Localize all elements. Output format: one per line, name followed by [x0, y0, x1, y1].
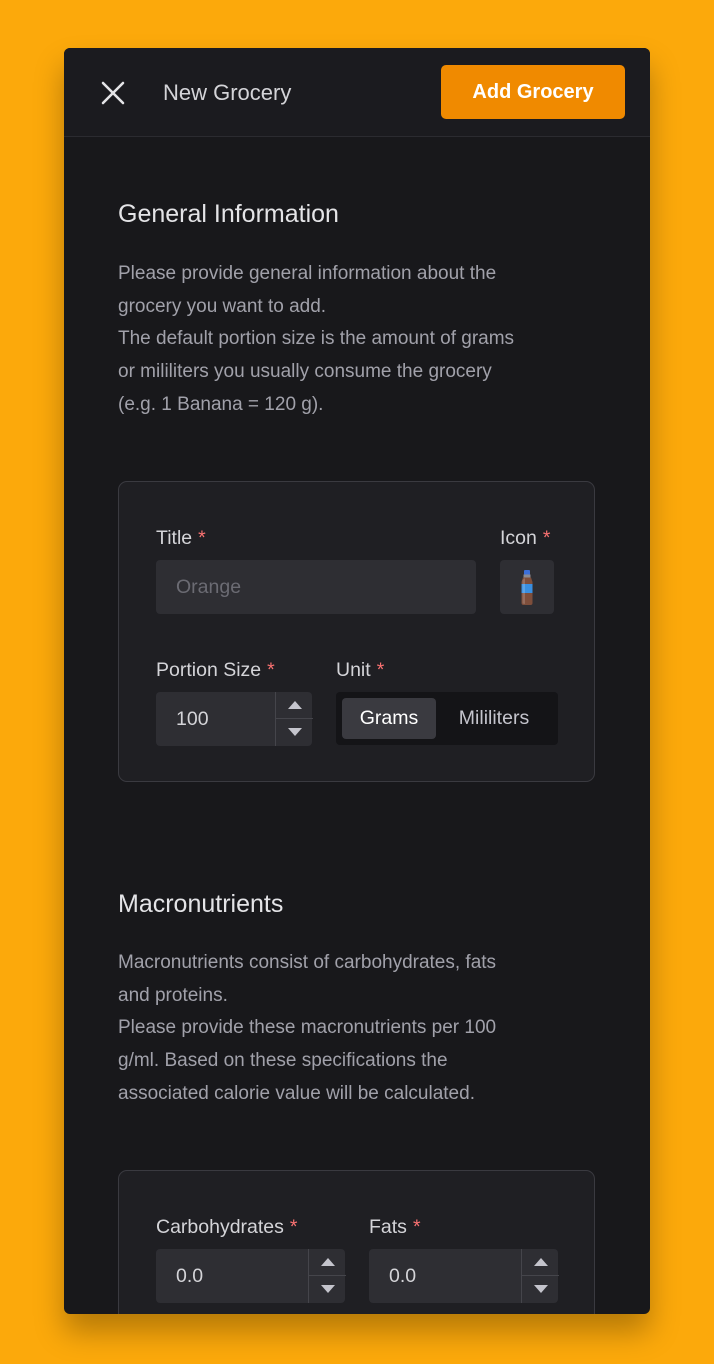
carbohydrates-input[interactable]: 0.0	[156, 1249, 346, 1303]
fats-label-text: Fats	[369, 1216, 407, 1238]
title-input-placeholder: Orange	[176, 576, 242, 598]
icon-field-label: Icon *	[500, 525, 550, 551]
macros-section-title: Macronutrients	[118, 890, 284, 918]
fats-decrement-button[interactable]	[522, 1276, 559, 1303]
new-grocery-dialog: New Grocery Add Grocery General Informat…	[64, 48, 650, 1314]
description-line: and proteins.	[118, 984, 228, 1006]
required-marker: *	[289, 1216, 298, 1238]
close-button[interactable]	[100, 80, 126, 106]
fats-increment-button[interactable]	[522, 1249, 559, 1276]
dialog-title: New Grocery	[163, 80, 292, 105]
general-section-description: Please provide general information about…	[118, 258, 590, 422]
description-line: grocery you want to add.	[118, 295, 327, 317]
unit-label-text: Unit	[336, 659, 371, 681]
carbs-label-text: Carbohydrates	[156, 1216, 284, 1238]
description-line: Macronutrients consist of carbohydrates,…	[118, 952, 497, 973]
portion-size-label: Portion Size *	[156, 657, 275, 683]
chevron-down-icon	[288, 728, 302, 736]
chevron-down-icon	[321, 1285, 335, 1293]
water-bottle-icon	[521, 570, 533, 605]
chevron-up-icon	[288, 701, 302, 709]
required-marker: *	[267, 659, 275, 681]
carbs-decrement-button[interactable]	[309, 1276, 346, 1303]
add-grocery-button[interactable]: Add Grocery	[441, 65, 625, 119]
fats-value: 0.0	[389, 1265, 417, 1287]
description-line: (e.g. 1 Banana = 120 g).	[118, 393, 324, 415]
portion-decrement-button[interactable]	[276, 719, 313, 746]
required-marker: *	[412, 1216, 421, 1238]
close-icon	[101, 81, 125, 105]
portion-label-text: Portion Size	[156, 659, 262, 681]
general-info-card: Title * Orange Icon * Portion Size * 100 Un…	[118, 481, 595, 782]
macros-section-description: Macronutrients consist of carbohydrates,…	[118, 947, 590, 1111]
title-label-text: Title	[156, 527, 193, 549]
carbs-increment-button[interactable]	[309, 1249, 346, 1276]
carbohydrates-value: 0.0	[176, 1265, 204, 1287]
portion-size-value: 100	[176, 708, 209, 730]
description-line: Please provide general information about…	[118, 263, 497, 284]
unit-option-mililiters[interactable]: Mililiters	[442, 698, 546, 739]
description-line: g/ml. Based on these specifications the	[118, 1050, 448, 1072]
portion-size-input[interactable]: 100	[156, 692, 313, 746]
icon-picker[interactable]	[500, 560, 554, 614]
fats-label: Fats *	[369, 1214, 421, 1240]
unit-segmented-control: Grams Mililiters	[336, 692, 558, 745]
macronutrients-card: Carbohydrates * 0.0 Fats * 0.0	[118, 1170, 595, 1314]
description-line: or mililiters you usually consume the gr…	[118, 361, 492, 383]
description-line: Please provide these macronutrients per …	[118, 1017, 497, 1039]
description-line: associated calorie value will be calcula…	[118, 1082, 475, 1104]
carbohydrates-label: Carbohydrates *	[156, 1214, 298, 1240]
required-marker: *	[542, 527, 551, 549]
fats-stepper-controls	[521, 1249, 559, 1303]
required-marker: *	[376, 659, 385, 681]
dialog-header: New Grocery Add Grocery	[64, 48, 650, 137]
portion-increment-button[interactable]	[276, 692, 313, 719]
description-line: The default portion size is the amount o…	[118, 328, 515, 350]
carbs-stepper-controls	[308, 1249, 346, 1303]
chevron-up-icon	[321, 1258, 335, 1266]
chevron-up-icon	[534, 1258, 548, 1266]
general-section-title: General Information	[118, 200, 339, 228]
portion-stepper-controls	[275, 692, 313, 746]
unit-option-grams[interactable]: Grams	[342, 698, 436, 739]
required-marker: *	[198, 527, 206, 549]
title-field-label: Title *	[156, 525, 206, 551]
unit-label: Unit *	[336, 657, 384, 683]
icon-label-text: Icon	[500, 527, 537, 549]
chevron-down-icon	[534, 1285, 548, 1293]
fats-input[interactable]: 0.0	[369, 1249, 559, 1303]
title-input[interactable]: Orange	[156, 560, 476, 614]
